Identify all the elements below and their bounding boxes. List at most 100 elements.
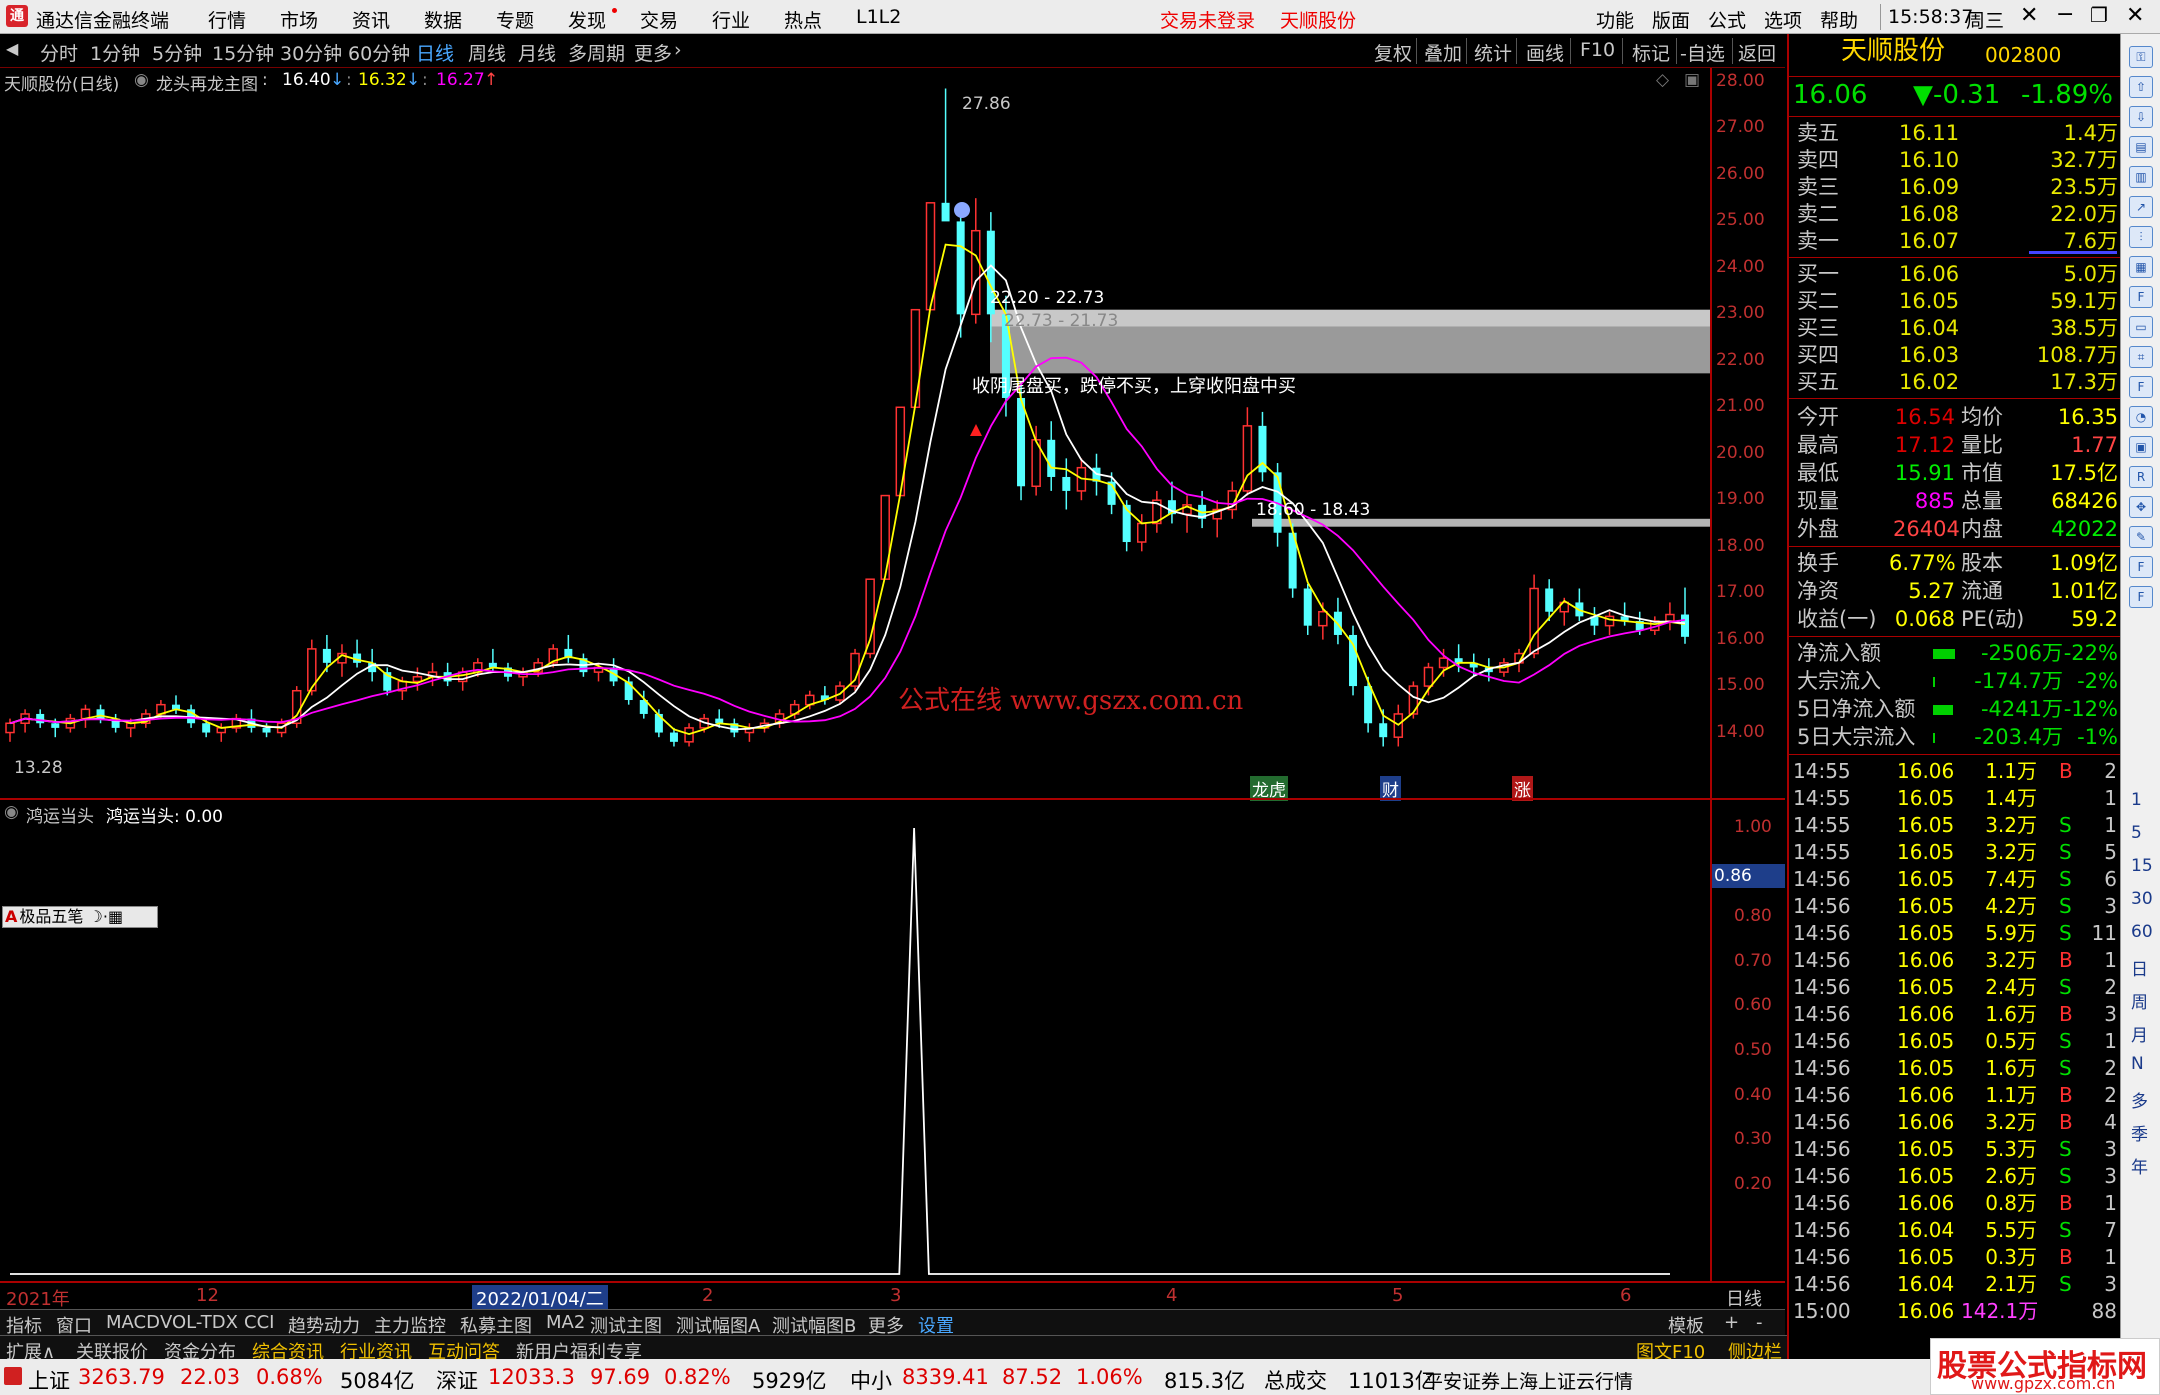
candlestick-chart[interactable]	[0, 68, 1710, 798]
close-window-icon[interactable]: ✕	[2126, 3, 2144, 28]
menu-item-data[interactable]: 数据	[424, 6, 462, 33]
report-icon[interactable]: ▤	[2129, 136, 2153, 158]
sidebar-period-7[interactable]: 月	[2131, 1021, 2148, 1046]
chart-icon[interactable]: ↗	[2129, 196, 2153, 218]
menu-item-help[interactable]: 帮助	[1820, 6, 1858, 33]
tick-side: B	[2059, 1191, 2073, 1215]
tool-back[interactable]: 返回	[1738, 39, 1776, 66]
down-icon[interactable]: ⇩	[2129, 106, 2153, 128]
sidebar-period-3[interactable]: 30	[2131, 889, 2153, 909]
indicator-tab[interactable]: CCI	[244, 1312, 274, 1333]
period-60min[interactable]: 60分钟	[348, 39, 410, 66]
tool-watchlist[interactable]: -自选	[1680, 39, 1725, 66]
sidebar-period-1[interactable]: 5	[2131, 823, 2142, 843]
indicator-tab[interactable]: MA2	[546, 1312, 585, 1333]
menu-item-options[interactable]: 选项	[1764, 6, 1802, 33]
price-tick: 17.00	[1716, 582, 1765, 603]
menu-bar: 通 通达信金融终端 行情 市场 资讯 数据 专题 发现 交易 行业 热点 L1L…	[0, 0, 2160, 34]
tool-stats[interactable]: 统计	[1474, 39, 1512, 66]
sidebar-period-0[interactable]: 1	[2131, 790, 2142, 810]
menu-item-trade[interactable]: 交易	[640, 6, 678, 33]
pie-icon[interactable]: ◔	[2129, 406, 2153, 428]
ask-label: 卖一	[1797, 229, 1839, 253]
zoom-out-button[interactable]: -	[1756, 1312, 1763, 1333]
tool-draw[interactable]: 画线	[1526, 39, 1564, 66]
f5-icon[interactable]: F	[2129, 556, 2153, 578]
tool-mark[interactable]: 标记	[1632, 39, 1670, 66]
period-15min[interactable]: 15分钟	[212, 39, 274, 66]
tick-count: 1	[2104, 813, 2117, 837]
period-more[interactable]: 更多	[634, 39, 672, 66]
indicator-tab[interactable]: VOL-TDX	[160, 1312, 238, 1333]
flow-amount: -2506万	[1980, 641, 2063, 665]
period-1min[interactable]: 1分钟	[90, 39, 140, 66]
sidebar-period-9[interactable]: 多	[2131, 1087, 2148, 1112]
trade-tick-row: 14:56 16.06 1.1万 B 2	[1793, 1082, 2118, 1109]
sidebar-period-11[interactable]: 年	[2131, 1153, 2148, 1178]
menu-item-formula[interactable]: 公式	[1708, 6, 1746, 33]
period-30min[interactable]: 30分钟	[280, 39, 342, 66]
toolbar-divider	[1732, 38, 1733, 64]
menu-item-hot[interactable]: 热点	[784, 6, 822, 33]
sidebar-period-4[interactable]: 60	[2131, 922, 2153, 942]
lock-icon[interactable]: ⚿	[2129, 46, 2153, 68]
server-name[interactable]: 平安证券上海上证云行情	[1424, 1367, 1633, 1394]
f1-icon[interactable]: ▭	[2129, 316, 2153, 338]
menu-item-function[interactable]: 功能	[1596, 6, 1634, 33]
collapse-icon[interactable]: ◀	[6, 39, 18, 58]
period-monthly[interactable]: 月线	[518, 39, 556, 66]
sidebar-period-5[interactable]: 日	[2131, 955, 2148, 980]
menu-item-topics[interactable]: 专题	[496, 6, 534, 33]
menu-item-quotes[interactable]: 行情	[208, 6, 246, 33]
menu-item-layout[interactable]: 版面	[1652, 6, 1690, 33]
menu-item-news[interactable]: 资讯	[352, 6, 390, 33]
chevron-right-icon[interactable]: ›	[674, 39, 682, 61]
signal-line-chart[interactable]	[0, 800, 1710, 1281]
trade-tick-row: 14:55 16.05 3.2万 S 5	[1793, 839, 2118, 866]
menu-item-discover[interactable]: 发现	[568, 6, 606, 33]
sidebar-period-8[interactable]: N	[2131, 1054, 2144, 1074]
move-icon[interactable]: ✥	[2129, 496, 2153, 518]
price-tick: 19.00	[1716, 489, 1765, 510]
tool-overlay[interactable]: 叠加	[1424, 39, 1462, 66]
grid-icon[interactable]: ▦	[2129, 256, 2153, 278]
period-daily[interactable]: 日线	[416, 39, 454, 66]
period-intraday[interactable]: 分时	[40, 39, 78, 66]
sidebar-period-6[interactable]: 周	[2131, 988, 2148, 1013]
login-status[interactable]: 交易未登录	[1160, 6, 1255, 33]
period-multi[interactable]: 多周期	[568, 39, 625, 66]
news-icon[interactable]: ▣	[2129, 436, 2153, 458]
chart2-icon[interactable]: ⌗	[2129, 346, 2153, 368]
pen-icon[interactable]: ✎	[2129, 526, 2153, 548]
f6-icon[interactable]: F	[2129, 586, 2153, 608]
stat-label: 换手	[1797, 551, 1839, 575]
sz-index-name[interactable]: 深证	[436, 1365, 478, 1395]
sidebar-period-2[interactable]: 15	[2131, 856, 2153, 876]
period-weekly[interactable]: 周线	[468, 39, 506, 66]
tool-f10[interactable]: F10	[1580, 39, 1615, 61]
menu-item-l1l2[interactable]: L1L2	[856, 6, 901, 28]
menu-item-market[interactable]: 市场	[280, 6, 318, 33]
tick-time: 14:56	[1793, 1245, 1851, 1269]
sme-index-name[interactable]: 中小	[850, 1365, 892, 1395]
restore-icon[interactable]: ❐	[2090, 3, 2108, 27]
up-icon[interactable]: ⇧	[2129, 76, 2153, 98]
menu-item-industry[interactable]: 行业	[712, 6, 750, 33]
f10-icon[interactable]: F	[2129, 286, 2153, 308]
tool-adjust[interactable]: 复权	[1374, 39, 1412, 66]
rsi-icon[interactable]: R	[2129, 466, 2153, 488]
sidebar-period-10[interactable]: 季	[2131, 1120, 2148, 1145]
stat-label: 今开	[1797, 405, 1839, 429]
sh-index-name[interactable]: 上证	[28, 1365, 70, 1395]
indicator-tab[interactable]: MACD	[106, 1312, 160, 1333]
close-panel-icon[interactable]: ✕	[2020, 3, 2038, 28]
candle-icon[interactable]: ⫶	[2129, 226, 2153, 248]
minimize-icon[interactable]: −	[2056, 2, 2074, 27]
f2-icon[interactable]: F	[2129, 376, 2153, 398]
tick-side: S	[2059, 867, 2072, 891]
list-icon[interactable]: ▥	[2129, 166, 2153, 188]
price-tick: 26.00	[1716, 163, 1765, 184]
stat-value: 1.77	[2071, 433, 2118, 457]
zoom-in-button[interactable]: +	[1724, 1312, 1739, 1333]
period-5min[interactable]: 5分钟	[152, 39, 202, 66]
